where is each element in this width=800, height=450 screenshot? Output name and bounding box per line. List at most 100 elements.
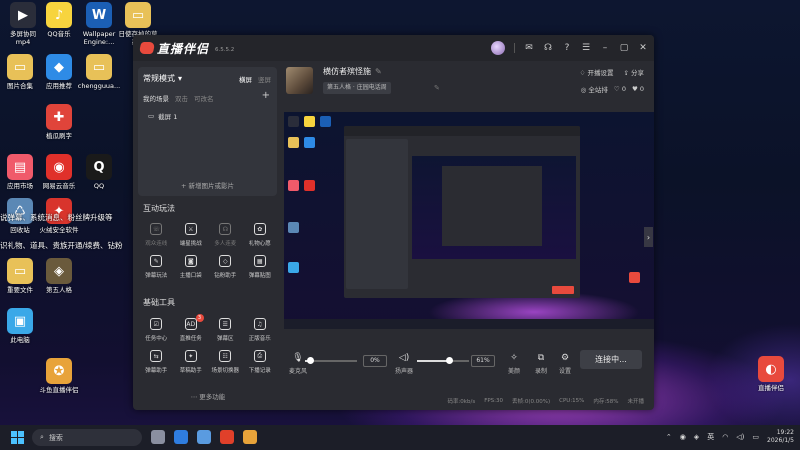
record-button[interactable]: ⧉ 录制 — [535, 353, 547, 375]
tool-item[interactable]: ✿ 礼物心愿 — [243, 223, 278, 247]
tool-item[interactable]: ☷ 场景切换器 — [208, 350, 243, 374]
tool-item[interactable]: ☰ 弹幕区 — [208, 318, 243, 342]
slider-knob[interactable] — [445, 357, 453, 364]
status-dropped: 丢帧:0(0.00%) — [512, 398, 551, 405]
tool-label: 主播口袋 — [179, 273, 202, 279]
toast-line-2: 识礼物、道具、贵族开通/续费、钻粉 — [0, 241, 123, 250]
help-icon[interactable]: ? — [562, 42, 572, 54]
mic-control[interactable]: 🎙︎ 麦克风 — [289, 353, 307, 375]
add-scene-icon[interactable]: + — [262, 90, 270, 101]
tool-item[interactable]: ☑ 任务中心 — [139, 318, 174, 342]
tool-item[interactable]: ⇆ 弹幕助手 — [139, 350, 174, 374]
desktop-icon-live-companion[interactable]: ◐ 直播伴侣 — [748, 356, 794, 392]
taskbar-app-icon[interactable] — [243, 430, 257, 444]
speaker-volume-slider[interactable] — [417, 357, 469, 364]
tool-item[interactable]: ◇ 钻粉助手 — [208, 255, 243, 279]
settings-button[interactable]: ⚙ 设置 — [559, 353, 571, 375]
tool-item[interactable]: ☏ 观众连线 — [139, 223, 174, 247]
mic-volume-slider[interactable] — [305, 357, 357, 364]
tool-label: 任务中心 — [145, 336, 168, 342]
mic-volume-value[interactable]: 0% — [363, 355, 387, 367]
battery-icon[interactable]: ▭ — [752, 433, 759, 441]
avatar[interactable] — [491, 41, 505, 55]
taskbar-search[interactable]: ⌕ 搜索 — [32, 429, 142, 446]
start-settings-button[interactable]: ♢ 开播设置 — [580, 67, 614, 77]
go-live-button[interactable]: 连接中... — [580, 350, 642, 369]
taskbar-app-icon[interactable] — [220, 430, 234, 444]
tool-icon: ☊ — [219, 223, 232, 235]
room-cover[interactable] — [286, 67, 313, 94]
tool-label: 直推任务 — [179, 336, 202, 342]
tray-app-icon[interactable]: ◉ — [680, 433, 686, 441]
beauty-button[interactable]: ✧ 美颜 — [508, 353, 520, 375]
speaker-volume-value[interactable]: 61% — [471, 355, 495, 367]
settings-icon[interactable]: ☰ — [581, 42, 591, 54]
mini-title-bar — [344, 126, 580, 136]
basic-tools-title: 基础工具 — [143, 298, 175, 307]
input-language[interactable]: 英 — [707, 432, 714, 442]
more-functions-button[interactable]: ⋯ 更多功能 — [133, 391, 283, 401]
desktop-icon-identity-v[interactable]: ◈ 第五人格 — [36, 258, 82, 294]
taskbar-app-icon[interactable] — [151, 430, 165, 444]
minimize-icon[interactable]: – — [600, 42, 610, 54]
tool-item[interactable]: ▦ 弹幕贴图 — [243, 255, 278, 279]
mini-screen — [412, 156, 576, 259]
category-pill[interactable]: 第五人格 · 庄园电话周 — [323, 82, 391, 94]
slider-knob[interactable] — [307, 357, 315, 364]
mini-icon — [288, 137, 299, 148]
tray-chevron-icon[interactable]: ⌃ — [666, 433, 672, 441]
tool-item[interactable]: ☊ 多人连麦 — [208, 223, 243, 247]
desktop-icon-qq[interactable]: Q QQ — [76, 154, 122, 190]
chengguang-icon: ▭ — [86, 54, 112, 80]
chevron-right-icon[interactable]: › — [644, 227, 653, 247]
share-button[interactable]: ⇪ 分享 — [623, 67, 644, 77]
tool-item[interactable]: AD 直推任务 3 — [174, 314, 209, 342]
category-edit-icon[interactable]: ✎ — [434, 84, 440, 92]
volume-icon[interactable]: ◁) — [736, 433, 744, 441]
desktop-icon-this-pc[interactable]: ▣ 此电脑 — [0, 308, 43, 344]
tool-item[interactable]: ◙ 主播口袋 — [174, 255, 209, 279]
headset-icon[interactable]: ☊ — [543, 42, 553, 54]
room-title[interactable]: 横仿者殡怪施 — [323, 67, 371, 76]
edit-icon[interactable]: ✎ — [375, 67, 382, 76]
taskbar-app-icon[interactable] — [174, 430, 188, 444]
orient-portrait[interactable]: 竖屏 — [258, 74, 271, 84]
tool-icon: ☑ — [150, 318, 163, 330]
tool-item[interactable]: ⚔ 端星挑战 — [174, 223, 209, 247]
tool-item[interactable]: ⎙ 下播记录 — [243, 350, 278, 374]
scene-item[interactable]: ▭ 截屏 1 — [148, 111, 177, 121]
desktop-icon-chengguang[interactable]: ▭ chengguua... — [76, 54, 122, 90]
tool-item[interactable]: ♫ 正版音乐 — [243, 318, 278, 342]
clock[interactable]: 19:22 2026/1/5 — [767, 429, 794, 445]
tool-label: 端星挑战 — [179, 241, 202, 247]
desktop-icon-label: 重要文件 — [7, 286, 33, 294]
tool-item[interactable]: ✦ 草稿助手 — [174, 350, 209, 374]
desktop-icon-douyu-companion[interactable]: ✪ 斗鱼直播伴侣 — [36, 358, 82, 394]
windows-start-icon[interactable] — [11, 431, 24, 444]
rank-label[interactable]: ◎ 全站排 — [581, 84, 608, 94]
interaction-tools: ☏ 观众连线 ⚔ 端星挑战 ☊ 多人连麦 ✿ 礼物心愿 ✎ 弹幕玩法 ◙ 主播口袋 ◇ 钻粉助手 ▦ 弹幕贴图 — [139, 223, 277, 279]
tab-my-scenes[interactable]: 我的场景 — [143, 93, 169, 103]
tool-label: 观众连线 — [145, 241, 168, 247]
desktop-icon-label: 植瓜刷字 — [46, 132, 72, 140]
orient-landscape[interactable]: 横屏 — [239, 74, 252, 84]
stream-preview[interactable]: › — [284, 112, 654, 329]
close-icon[interactable]: ✕ — [638, 42, 648, 54]
tool-label: 弹幕助手 — [145, 368, 168, 374]
mini-icon — [288, 222, 299, 233]
maximize-icon[interactable]: ▢ — [619, 42, 629, 54]
multi-screen-icon: ▶ — [10, 2, 36, 28]
message-icon[interactable]: ✉ — [524, 42, 534, 54]
mode-selector[interactable]: 常规模式 ▾ — [143, 73, 182, 84]
wifi-icon[interactable]: ◠ — [722, 433, 728, 441]
tray-app-icon[interactable]: ◈ — [694, 433, 699, 441]
add-source-button[interactable]: + 新增图片或影片 — [138, 180, 277, 190]
speaker-control[interactable]: ◁) 扬声器 — [395, 353, 413, 375]
mic-label: 麦克风 — [289, 368, 308, 375]
heart-count: ♥ 0 — [631, 85, 644, 93]
mini-window — [344, 126, 580, 298]
taskbar-app-icon[interactable] — [197, 430, 211, 444]
desktop-icon-melon[interactable]: ✚ 植瓜刷字 — [36, 104, 82, 140]
tool-item[interactable]: ✎ 弹幕玩法 — [139, 255, 174, 279]
tab-hint-rename: 可改名 — [194, 95, 214, 103]
